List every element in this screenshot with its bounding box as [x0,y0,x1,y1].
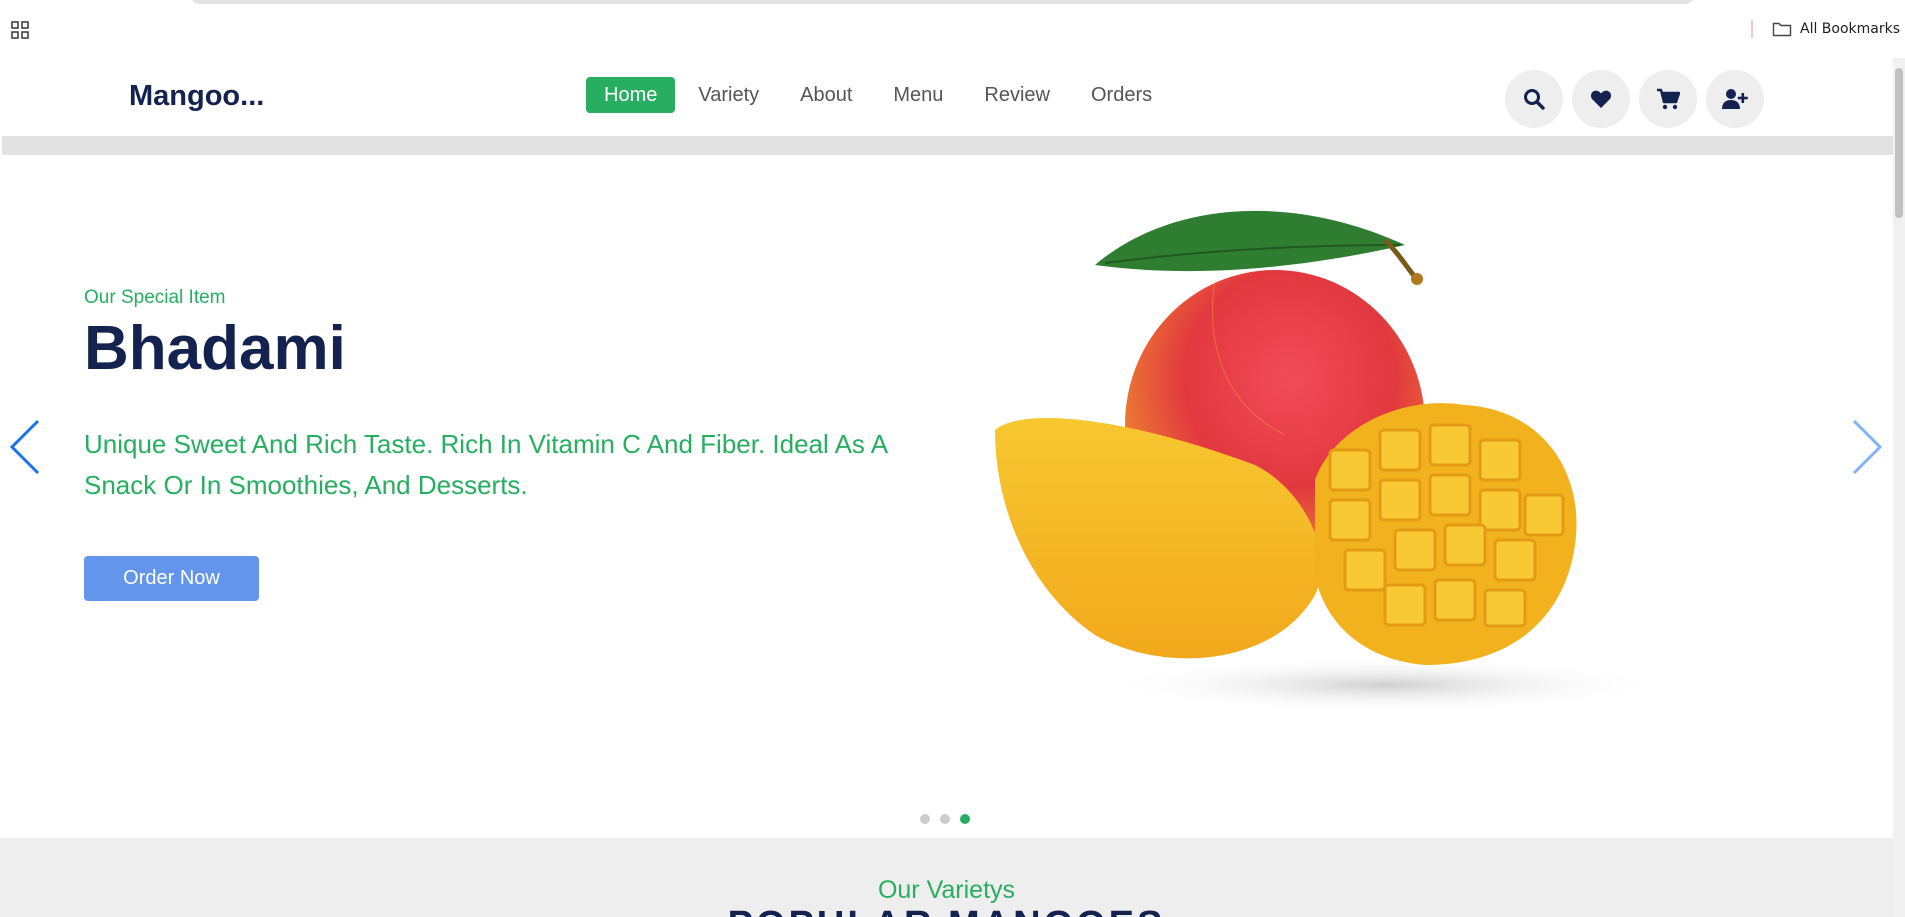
varieties-section: Our Varietys POPULAR MANGOES [0,838,1893,917]
folder-icon [1772,22,1792,37]
nav-about[interactable]: About [782,77,870,113]
slide-dot-3[interactable] [960,814,970,824]
header-divider [2,136,1893,155]
bookmarks-separator [1751,20,1753,38]
all-bookmarks-button[interactable]: All Bookmarks [1772,19,1900,39]
nav-orders[interactable]: Orders [1073,77,1170,113]
nav-home[interactable]: Home [586,77,676,113]
search-button[interactable] [1505,70,1563,128]
user-plus-icon [1722,89,1748,109]
slide-dot-1[interactable] [920,814,930,824]
slider-pagination [920,814,970,824]
prev-slide-arrow-icon[interactable] [8,417,44,477]
mango-image [995,210,1665,713]
heart-icon [1590,90,1612,108]
hero-description: Unique Sweet And Rich Taste. Rich In Vit… [84,429,887,500]
next-slide-arrow-icon[interactable] [1848,417,1884,477]
main-nav: Home Variety About Menu Review Orders [586,77,1175,113]
cart-button[interactable] [1639,70,1697,128]
hero-title: Bhadami [84,314,346,383]
varieties-subtitle: Our Varietys [877,876,1016,904]
varieties-title: POPULAR MANGOES [0,904,1893,917]
header-icons [1505,70,1764,128]
page: All Bookmarks Mangoo... Home Variety Abo… [0,0,1905,917]
apps-grid-icon[interactable] [11,21,29,39]
scrollbar-thumb[interactable] [1895,68,1903,218]
bookmarks-bar: All Bookmarks [0,0,1905,58]
site-header: Mangoo... Home Variety About Menu Review… [0,58,1893,135]
wishlist-button[interactable] [1572,70,1630,128]
hero-slider: Our Special Item Bhadami Unique Sweet An… [0,155,1893,838]
nav-menu[interactable]: Menu [875,77,961,113]
cart-icon [1657,88,1680,110]
order-now-button[interactable]: Order Now [84,556,259,601]
register-button[interactable] [1706,70,1764,128]
hero-subtitle: Our Special Item [84,287,226,308]
nav-variety[interactable]: Variety [680,77,777,113]
page-scrollbar[interactable] [1893,58,1905,917]
all-bookmarks-label: All Bookmarks [1800,21,1901,37]
site-logo[interactable]: Mangoo... [129,80,264,113]
search-icon [1524,89,1545,110]
slide-dot-2[interactable] [940,814,950,824]
nav-review[interactable]: Review [966,77,1068,113]
address-bar-edge [190,0,1695,4]
